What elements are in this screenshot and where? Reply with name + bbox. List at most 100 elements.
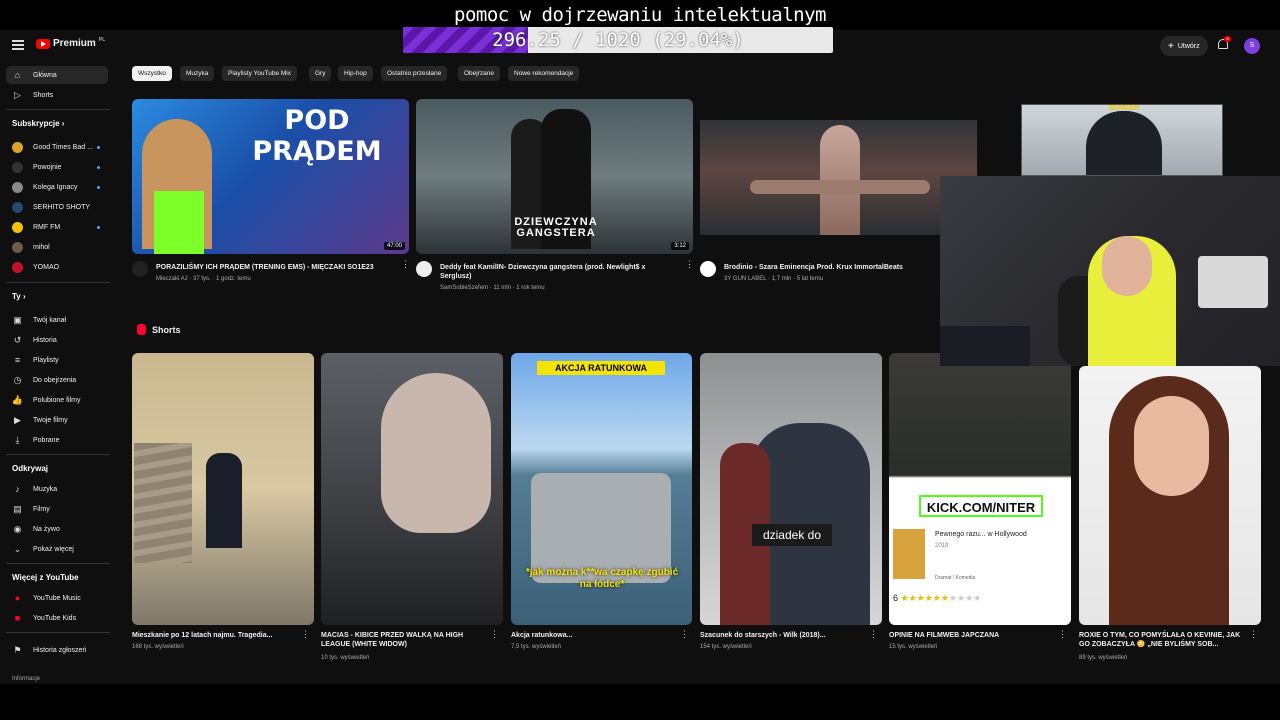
sidebar-item-label: Kolega Ignacy	[33, 183, 78, 191]
sidebar-item-label: Do obejrzenia	[33, 376, 77, 384]
video-title[interactable]: Deddy feat KamilIN- Dziewczyna gangstera…	[440, 263, 670, 281]
channel-avatar[interactable]	[700, 261, 716, 277]
channel-avatar	[12, 261, 23, 273]
chip-mix[interactable]: Playlisty YouTube Mix	[222, 66, 297, 81]
short-thumbnail[interactable]	[321, 353, 503, 625]
more-options-icon[interactable]: ⋮	[401, 260, 410, 272]
sidebar-item-shorts[interactable]: ▷ Shorts	[6, 86, 108, 104]
short-title[interactable]: OPINIE NA FILMWEB JAPCZANA	[889, 631, 1054, 640]
plus-icon: +	[1168, 40, 1174, 52]
short-title[interactable]: MACIAS - KIBICE PRZED WALKĄ NA HIGH LEAG…	[321, 631, 486, 649]
short-thumbnail[interactable]: AKCJA RATUNKOWA *jak można k**wa czapkę …	[511, 353, 692, 625]
short-thumbnail[interactable]	[132, 353, 314, 625]
video-title[interactable]: Brodinio - Szara Eminencja Prod. Krux Im…	[724, 263, 944, 272]
stream-subtitle: dziadek do	[752, 524, 832, 546]
sidebar-item-liked[interactable]: 👍 Polubione filmy	[6, 391, 108, 409]
yt-music-icon: ●	[14, 593, 21, 603]
chip-games[interactable]: Gry	[309, 66, 332, 81]
goal-progress-text: 296.25 / 1020 (29.04%)	[492, 29, 744, 51]
sidebar-sub-0[interactable]: Good Times Bad ...	[6, 138, 108, 156]
create-button[interactable]: + Utwórz	[1160, 36, 1208, 56]
movie-poster	[893, 529, 925, 579]
more-options-icon[interactable]: ⋮	[301, 630, 310, 642]
sidebar-item-label: Twoje filmy	[33, 416, 68, 424]
webcam-main	[940, 176, 1280, 366]
sidebar-sub-3[interactable]: SERHITO SHOTY	[6, 198, 108, 216]
short-title[interactable]: ROXIE O TYM, CO POMYŚLAŁA O KEVINIE, JAK…	[1079, 631, 1244, 649]
chip-watched[interactable]: Obejrzane	[458, 66, 500, 81]
chip-all[interactable]: Wszystko	[132, 66, 172, 81]
sidebar-item-channel[interactable]: ▣ Twój kanał	[6, 311, 108, 329]
sidebar-item-label: YOMAO	[33, 263, 60, 271]
chip-new-recommendations[interactable]: Nowe rekomendacje	[508, 66, 580, 81]
thumbnail-statue-arms	[750, 180, 930, 194]
sidebar-item-label: SERHITO SHOTY	[33, 203, 91, 211]
sidebar-item-yt-music[interactable]: ● YouTube Music	[6, 589, 108, 607]
more-options-icon[interactable]: ⋮	[869, 630, 878, 642]
kick-banner: KICK.COM/NITER	[919, 495, 1043, 517]
thumbnail-face	[381, 373, 491, 533]
sidebar-item-label: mihol	[33, 243, 50, 251]
movie-title: Pewnego razu... w Hollywood	[935, 531, 1027, 538]
create-label: Utwórz	[1177, 42, 1200, 50]
sidebar-item-home[interactable]: ⌂ Główna	[6, 66, 108, 84]
short-title[interactable]: Akcja ratunkowa...	[511, 631, 671, 640]
watch-later-icon: ◷	[13, 374, 22, 385]
short-title[interactable]: Mieszkanie po 12 latach najmu. Tragedia.…	[132, 631, 297, 640]
channel-avatar[interactable]	[416, 261, 432, 277]
you-header[interactable]: Ty ›	[12, 292, 26, 301]
shorts-icon: ▷	[14, 89, 21, 100]
yt-kids-icon: ■	[14, 613, 21, 623]
thumbnail-title-text: DZIEWCZYNA GANGSTERA	[514, 216, 598, 239]
short-title[interactable]: Szacunek do starszych - Wilk (2018)...	[700, 631, 860, 640]
subscriptions-header[interactable]: Subskrypcje ›	[12, 119, 64, 128]
video-thumbnail[interactable]	[700, 120, 977, 235]
youtube-logo[interactable]: Premium PL	[36, 37, 105, 49]
new-content-dot	[97, 165, 100, 169]
video-duration: 3:12	[671, 242, 689, 250]
short-thumbnail[interactable]	[1079, 366, 1261, 625]
avatar[interactable]: S	[1244, 38, 1260, 54]
channel-avatar	[12, 181, 23, 193]
sidebar-sub-5[interactable]: mihol	[6, 238, 108, 256]
video-thumbnail[interactable]: POD PRĄDEM 47:00	[132, 99, 409, 254]
sidebar-item-downloads[interactable]: ⤓ Pobrane	[6, 431, 108, 449]
webcam-air-conditioner	[1198, 256, 1268, 308]
short-views: 154 tys. wyświetleń	[700, 644, 752, 650]
short-thumbnail[interactable]	[700, 353, 882, 625]
sidebar-sub-6[interactable]: YOMAO	[6, 258, 108, 276]
video-title[interactable]: PORAZILIŚMY ICH PRĄDEM (TRENING EMS) - M…	[156, 263, 396, 272]
channel-avatar[interactable]	[132, 261, 148, 277]
more-options-icon[interactable]: ⋮	[1058, 630, 1067, 642]
short-thumbnail[interactable]: KICK.COM/NITER Pewnego razu... w Hollywo…	[889, 353, 1071, 625]
sidebar-sub-1[interactable]: Powojnie	[6, 158, 108, 176]
channel-avatar	[12, 241, 23, 253]
sidebar-item-movies[interactable]: ▤ Filmy	[6, 500, 108, 518]
chip-hiphop[interactable]: Hip-hop	[338, 66, 373, 81]
sidebar-item-watch-later[interactable]: ◷ Do obejrzenia	[6, 371, 108, 389]
sidebar-item-report-history[interactable]: ⚑ Historia zgłoszeń	[6, 641, 108, 659]
video-thumbnail[interactable]: DZIEWCZYNA GANGSTERA 3:12	[416, 99, 693, 254]
sidebar-footer-text[interactable]: Informacje	[12, 676, 40, 682]
goal-progress-bar: 296.25 / 1020 (29.04%)	[403, 27, 833, 53]
sidebar-item-live[interactable]: ◉ Na żywo	[6, 520, 108, 538]
sidebar-item-show-more[interactable]: ⌄ Pokaż więcej	[6, 540, 108, 558]
more-options-icon[interactable]: ⋮	[685, 260, 694, 272]
video-meta: 3Y GUN LABEL · 1,7 mln · 5 lat temu	[724, 276, 824, 282]
more-options-icon[interactable]: ⋮	[490, 630, 499, 642]
explore-header: Odkrywaj	[12, 464, 49, 473]
sidebar-sub-4[interactable]: RMF FM	[6, 218, 108, 236]
sidebar-item-your-videos[interactable]: ▶ Twoje filmy	[6, 411, 108, 429]
sidebar-item-yt-kids[interactable]: ■ YouTube Kids	[6, 609, 108, 627]
chip-recently-uploaded[interactable]: Ostatnio przesłane	[381, 66, 448, 81]
more-options-icon[interactable]: ⋮	[680, 630, 689, 642]
sidebar-item-music[interactable]: ♪ Muzyka	[6, 480, 108, 498]
sidebar-item-playlists[interactable]: ≡ Playlisty	[6, 351, 108, 369]
sidebar-item-label: Muzyka	[33, 485, 58, 493]
chip-music[interactable]: Muzyka	[180, 66, 215, 81]
sidebar-item-history[interactable]: ↺ Historia	[6, 331, 108, 349]
sidebar-sub-2[interactable]: Kolega Ignacy	[6, 178, 108, 196]
more-options-icon[interactable]: ⋮	[1249, 630, 1258, 642]
short-views: 89 tys. wyświetleń	[1079, 655, 1128, 661]
menu-icon[interactable]	[12, 40, 24, 50]
